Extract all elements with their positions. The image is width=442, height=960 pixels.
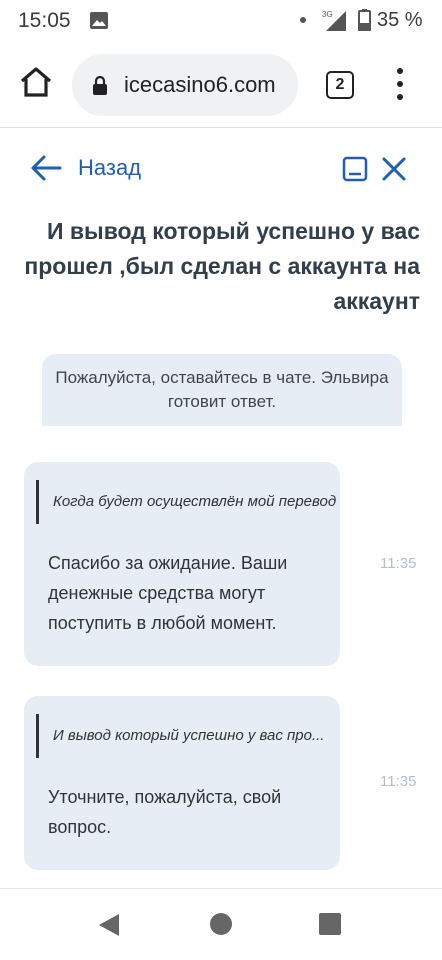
battery-percent: 35 % bbox=[377, 9, 423, 31]
chat-message: Когда будет осуществлён мой перевод Спас… bbox=[24, 462, 340, 666]
gallery-icon bbox=[90, 12, 108, 29]
system-nav-bar bbox=[0, 888, 442, 960]
url-bar[interactable]: icecasino6.com bbox=[72, 54, 298, 116]
system-message: Пожалуйста, оставайтесь в чате. Эльвира … bbox=[42, 354, 402, 426]
arrow-left-icon bbox=[31, 155, 62, 181]
chat-message: И вывод который успешно у вас про... Уто… bbox=[24, 696, 340, 870]
notification-dot-icon bbox=[300, 17, 306, 23]
network-type-label: 3G bbox=[322, 10, 333, 19]
url-text: icecasino6.com bbox=[124, 72, 276, 97]
tabs-count-button[interactable]: 2 bbox=[326, 71, 354, 99]
close-icon[interactable] bbox=[381, 156, 407, 182]
status-bar: 15:05 3G 35 % bbox=[0, 0, 442, 42]
nav-home-icon[interactable] bbox=[210, 913, 232, 935]
quoted-message: Когда будет осуществлён мой перевод bbox=[36, 480, 336, 524]
back-label: Назад bbox=[78, 155, 142, 180]
signal-icon: 3G bbox=[322, 10, 346, 31]
chat-header: Назад bbox=[0, 140, 442, 200]
message-time: 11:35 bbox=[380, 773, 417, 790]
nav-recents-icon[interactable] bbox=[319, 913, 341, 935]
message-text: Спасибо за ожидание. Ваши денежные средс… bbox=[48, 553, 288, 633]
quoted-message: И вывод который успешно у вас про... bbox=[36, 714, 324, 758]
browser-toolbar: icecasino6.com 2 bbox=[0, 42, 442, 128]
chat-title: И вывод который успешно у вас прошел ,бы… bbox=[24, 218, 420, 314]
lock-icon bbox=[93, 75, 107, 95]
battery-icon bbox=[358, 9, 371, 31]
home-icon[interactable] bbox=[18, 64, 54, 100]
minimize-icon[interactable] bbox=[342, 156, 368, 182]
more-menu-icon[interactable] bbox=[392, 68, 408, 102]
back-button[interactable]: Назад bbox=[30, 150, 141, 186]
message-text: Уточните, пожалуйста, свой вопрос. bbox=[48, 787, 282, 837]
nav-back-icon[interactable] bbox=[97, 912, 121, 938]
status-time: 15:05 bbox=[18, 9, 71, 32]
message-time: 11:35 bbox=[380, 555, 417, 572]
